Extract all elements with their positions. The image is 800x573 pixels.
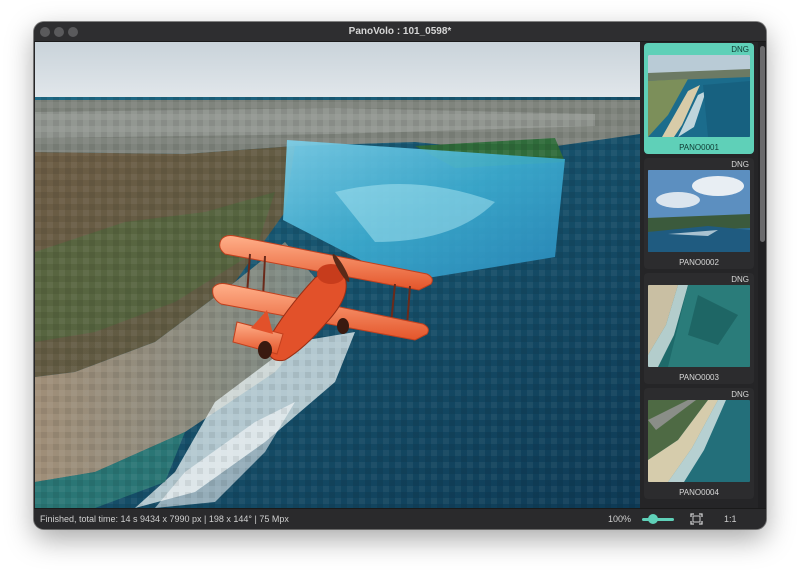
panorama-scene [35, 42, 640, 508]
thumbnail-card[interactable]: DNG PANO0004 [644, 388, 754, 499]
thumbnail-image [648, 170, 750, 252]
title-bar[interactable]: PanoVolo : 101_0598* [34, 22, 766, 42]
zoom-slider-knob[interactable] [648, 514, 659, 524]
sidebar-scroll-thumb[interactable] [760, 46, 765, 242]
thumbnail-sidebar[interactable]: DNG PANO0001 DNG PANO0002 DNG PANO0003 D… [641, 42, 766, 508]
thumbnail-image [648, 285, 750, 367]
thumbnail-card[interactable]: DNG PANO0002 [644, 158, 754, 269]
app-window: PanoVolo : 101_0598* DNG PANO0001 DNG PA… [34, 22, 766, 529]
thumbnail-label: PANO0004 [679, 488, 719, 497]
thumbnail-label: PANO0002 [679, 258, 719, 267]
zoom-level: 100% [608, 514, 632, 524]
status-bar: Finished, total time: 14 s 9434 x 7990 p… [34, 508, 766, 529]
file-type-badge: DNG [731, 275, 749, 284]
thumbnail-label: PANO0001 [679, 143, 719, 152]
file-type-badge: DNG [731, 45, 749, 54]
panorama-viewport[interactable] [35, 42, 640, 508]
thumbnail-card[interactable]: DNG PANO0003 [644, 273, 754, 384]
window-title: PanoVolo : 101_0598* [348, 26, 452, 37]
image-info: 9434 x 7990 px | 198 x 144° | 75 Mpx [140, 514, 289, 524]
thumbnail-label: PANO0003 [679, 373, 719, 382]
fit-to-window-icon[interactable] [690, 513, 703, 525]
thumbnail-card[interactable]: DNG PANO0001 [644, 43, 754, 154]
file-type-badge: DNG [731, 160, 749, 169]
file-type-badge: DNG [731, 390, 749, 399]
actual-size-button[interactable]: 1:1 [724, 509, 737, 529]
thumbnail-image [648, 400, 750, 482]
status-message: Finished, total time: 14 s [40, 514, 138, 524]
thumbnail-image [648, 55, 750, 137]
